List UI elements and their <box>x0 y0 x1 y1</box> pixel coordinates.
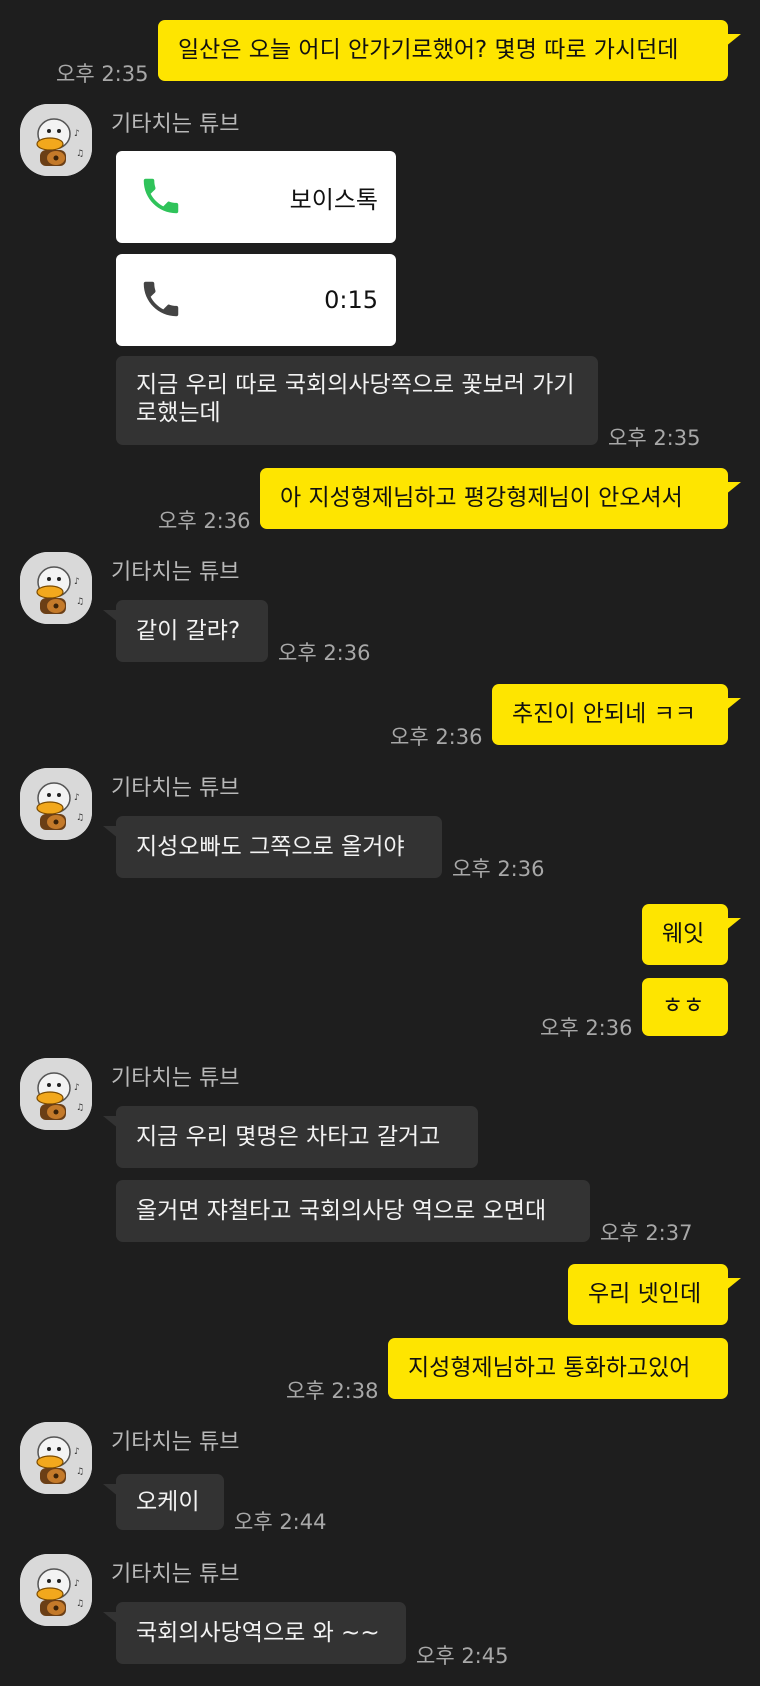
my-message-bubble[interactable]: 아 지성형제님하고 평강형제님이 안오셔서 <box>260 468 728 529</box>
my-message-bubble[interactable]: 웨잇 <box>642 904 728 965</box>
their-message-bubble[interactable]: 지금 우리 몇명은 차타고 갈거고 <box>116 1106 478 1168</box>
bubble-tail <box>725 34 741 47</box>
my-message-bubble[interactable]: 추진이 안되네 ㅋㅋ <box>492 684 728 745</box>
tube-duck-icon: ♪ ♫ <box>20 1554 92 1626</box>
svg-text:♫: ♫ <box>76 813 84 823</box>
message-time: 오후 2:37 <box>600 1221 693 1245</box>
svg-text:♫: ♫ <box>76 149 84 159</box>
sender-name: 기타치는 튜브 <box>111 1430 240 1455</box>
my-message-bubble[interactable]: 우리 넷인데 <box>568 1264 728 1325</box>
sender-name: 기타치는 튜브 <box>111 560 240 585</box>
sender-name: 기타치는 튜브 <box>111 776 240 801</box>
tube-duck-icon: ♪ ♫ <box>20 1058 92 1130</box>
message-time: 오후 2:36 <box>452 857 545 881</box>
bubble-tail <box>725 918 741 931</box>
bubble-tail <box>725 482 741 495</box>
sender-name: 기타치는 튜브 <box>111 1562 240 1587</box>
bubble-tail <box>725 1278 741 1291</box>
svg-text:♫: ♫ <box>76 1467 84 1477</box>
avatar[interactable]: ♪ ♫ <box>20 1058 92 1130</box>
svg-text:♪: ♪ <box>74 793 80 803</box>
phone-icon <box>143 178 179 214</box>
my-message-bubble[interactable]: 일산은 오늘 어디 안가기로했어? 몇명 따로 가시던데 <box>158 20 728 81</box>
sender-name: 기타치는 튜브 <box>111 1066 240 1091</box>
message-time: 오후 2:38 <box>286 1379 379 1403</box>
voice-talk-card[interactable]: 보이스톡 <box>116 151 396 243</box>
svg-text:♪: ♪ <box>74 1447 80 1457</box>
message-time: 오후 2:36 <box>278 641 371 665</box>
tube-duck-icon: ♪ ♫ <box>20 104 92 176</box>
their-message-bubble[interactable]: 지성오빠도 그쪽으로 올거야 <box>116 816 442 878</box>
avatar[interactable]: ♪ ♫ <box>20 768 92 840</box>
voice-talk-label: 보이스톡 <box>289 185 378 214</box>
message-time: 오후 2:45 <box>416 1644 509 1668</box>
their-message-bubble[interactable]: 국회의사당역으로 와 ~~ <box>116 1602 406 1664</box>
their-message-bubble[interactable]: 같이 갈랴? <box>116 600 268 662</box>
avatar[interactable]: ♪ ♫ <box>20 1554 92 1626</box>
their-message-bubble[interactable]: 오케이 <box>116 1474 224 1530</box>
tube-duck-icon: ♪ ♫ <box>20 552 92 624</box>
message-time: 오후 2:36 <box>158 509 251 533</box>
svg-text:♪: ♪ <box>74 577 80 587</box>
their-message-bubble[interactable]: 올거면 쟈철타고 국회의사당 역으로 오면대 <box>116 1180 590 1242</box>
message-time: 오후 2:36 <box>390 725 483 749</box>
avatar[interactable]: ♪ ♫ <box>20 552 92 624</box>
bubble-tail <box>725 698 741 711</box>
svg-text:♪: ♪ <box>74 129 80 139</box>
tube-duck-icon: ♪ ♫ <box>20 768 92 840</box>
svg-text:♫: ♫ <box>76 597 84 607</box>
message-time: 오후 2:36 <box>540 1016 633 1040</box>
call-duration-card[interactable]: 0:15 <box>116 254 396 346</box>
message-time: 오후 2:35 <box>608 426 701 450</box>
svg-text:♫: ♫ <box>76 1103 84 1113</box>
avatar[interactable]: ♪ ♫ <box>20 1422 92 1494</box>
svg-text:♪: ♪ <box>74 1083 80 1093</box>
my-message-bubble[interactable]: 지성형제님하고 통화하고있어 <box>388 1338 728 1399</box>
svg-text:♪: ♪ <box>74 1579 80 1589</box>
their-message-bubble[interactable]: 지금 우리 따로 국회의사당쪽으로 꽃보러 가기로했는데 <box>116 356 598 445</box>
sender-name: 기타치는 튜브 <box>111 112 240 137</box>
avatar[interactable]: ♪ ♫ <box>20 104 92 176</box>
my-message-bubble[interactable]: ㅎㅎ <box>642 978 728 1036</box>
svg-text:♫: ♫ <box>76 1599 84 1609</box>
message-time: 오후 2:44 <box>234 1510 327 1534</box>
call-duration-label: 0:15 <box>324 286 378 314</box>
message-time: 오후 2:35 <box>56 62 149 86</box>
phone-icon <box>143 281 179 317</box>
tube-duck-icon: ♪ ♫ <box>20 1422 92 1494</box>
